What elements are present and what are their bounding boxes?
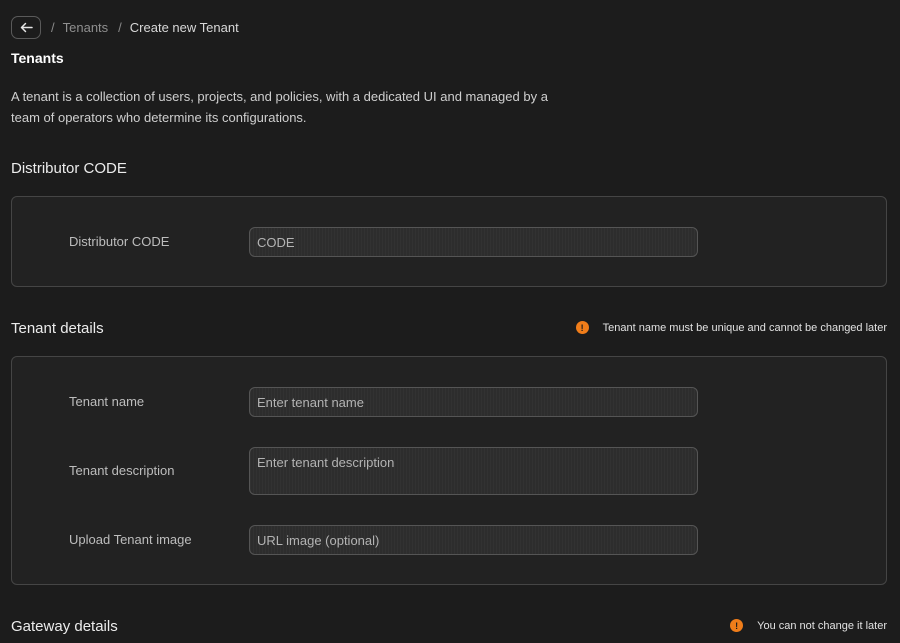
distributor-code-input[interactable] xyxy=(249,227,698,257)
page-description: A tenant is a collection of users, proje… xyxy=(11,89,548,125)
back-arrow-icon xyxy=(20,22,33,33)
tenant-description-label: Tenant description xyxy=(69,463,175,478)
tenant-details-warning: ! Tenant name must be unique and cannot … xyxy=(575,321,887,334)
page-title: Tenants xyxy=(11,50,64,66)
gateway-details-section-title: Gateway details xyxy=(11,618,118,635)
tenant-image-url-input[interactable] xyxy=(249,525,698,555)
breadcrumb-tenants-link[interactable]: Tenants xyxy=(63,20,109,35)
tenant-details-section-title: Tenant details xyxy=(11,320,104,337)
distributor-section-title: Distributor CODE xyxy=(11,160,127,177)
tenant-name-label: Tenant name xyxy=(69,394,145,409)
distributor-code-label: Distributor CODE xyxy=(69,234,170,249)
gateway-details-warning-text: You can not change it later xyxy=(757,619,887,632)
breadcrumb-current: Create new Tenant xyxy=(129,20,239,35)
create-tenant-page: / Tenants / Create new Tenant Tenants A … xyxy=(0,0,900,643)
breadcrumb-separator: / xyxy=(51,20,55,35)
warning-icon: ! xyxy=(730,619,744,632)
tenant-image-label: Upload Tenant image xyxy=(69,532,192,547)
tenant-name-input[interactable] xyxy=(249,387,698,417)
back-button[interactable] xyxy=(11,16,41,39)
tenant-description-textarea[interactable] xyxy=(249,447,698,495)
breadcrumb: / Tenants / Create new Tenant xyxy=(11,16,239,39)
gateway-details-warning: ! You can not change it later xyxy=(730,619,887,632)
tenant-details-card: Tenant name Tenant description Upload Te… xyxy=(11,356,887,585)
breadcrumb-separator: / xyxy=(118,20,122,35)
warning-icon: ! xyxy=(575,321,589,334)
tenant-details-warning-text: Tenant name must be unique and cannot be… xyxy=(602,321,887,334)
distributor-card: Distributor CODE xyxy=(11,196,887,287)
